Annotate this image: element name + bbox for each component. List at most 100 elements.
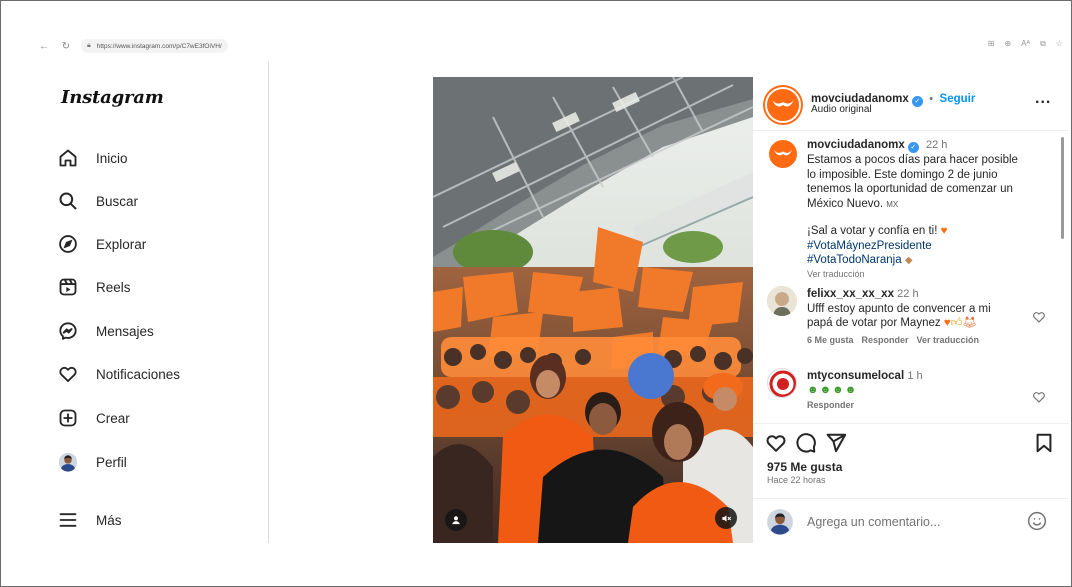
orange-heart-emoji-icon: ♥ [943,317,951,329]
instagram-logo[interactable]: Instagram [61,87,164,108]
refresh-icon[interactable]: ↻ [59,39,73,53]
caption-line: tenemos la oportunidad de comenzar un [807,183,1013,195]
sidebar-item-crear[interactable]: Crear [57,405,257,431]
add-comment-bar [753,498,1069,544]
address-bar[interactable]: 🔒︎ https://www.instagram.com/p/C7wE3fOiV… [81,39,228,53]
mute-icon[interactable] [715,507,737,529]
caption-line: lo imposible. Este domingo 2 de junio [807,168,998,181]
likes-count[interactable]: 975 Me gusta [767,460,842,474]
sidebar-item-inicio[interactable]: Inicio [57,145,257,171]
verified-badge-icon: ✓ [911,96,923,107]
hashtag-link[interactable]: #VotaMáynezPresidente [807,239,1057,254]
comments-scrollbar[interactable] [1059,135,1065,415]
compass-icon [57,233,79,255]
caption-username[interactable]: movciudadanomx [807,139,905,151]
fox-emoji-icon: 🦊︎ [962,317,978,329]
comment-username[interactable]: felixx_xx_xx_xx [807,288,894,300]
comment: felixx_xx_xx_xx 22 h Ufff estoy apunto d… [807,287,1037,345]
translate-link[interactable]: Ver traducción [807,269,1057,279]
sidebar-item-label: Notificaciones [96,366,181,382]
favorite-star-icon[interactable]: ☆ [1056,39,1063,49]
caption-line-5: ¡Sal a votar y confía en ti! ♥ [807,224,1057,239]
sidebar-item-label: Más [96,512,122,528]
caption-time: 22 h [925,139,948,151]
share-paper-plane-icon[interactable] [825,432,847,454]
comment-meta: 6 Me gusta Responder Ver traducción [807,335,1037,345]
sidebar-item-reels[interactable]: Reels [57,274,257,300]
comment: mtyconsumelocal 1 h ☻☻☻☻ Responder [807,369,1037,410]
caption-line-7: #VotaTodoNaranja ◆ [807,253,1057,269]
heart-icon [57,363,79,385]
movimiento-ciudadano-logo-icon [772,100,794,107]
caption-avatar[interactable] [767,138,799,170]
comment-username[interactable]: mtyconsumelocal [807,370,904,382]
box-emoji-icon: ◆ [904,255,913,266]
current-user-avatar-image [767,508,793,535]
post-header: movciudadanomx ✓ • Seguir Audio original … [753,77,1069,131]
follow-separator: • [929,93,934,105]
author-avatar[interactable] [765,87,801,123]
immersive-reader-icon[interactable]: ⧉ [1040,39,1046,49]
comment-header: mtyconsumelocal 1 h [807,369,1037,384]
reply-button[interactable]: Responder [807,400,1037,410]
sidebar-item-explorar[interactable]: Explorar [57,231,257,257]
hashtag-link[interactable]: #VotaTodoNaranja [807,254,905,266]
commenter-avatar-image [767,286,797,316]
comment-bubble-icon[interactable] [795,432,817,454]
audio-label[interactable]: Audio original [811,104,872,115]
caption-line: México Nuevo. [807,197,887,210]
search-icon [57,190,79,212]
reel-video[interactable] [433,77,753,543]
comments-section: movciudadanomx ✓ 22 h Estamos a pocos día… [753,132,1069,422]
more-options-icon[interactable]: ... [1035,90,1051,108]
tagged-user-icon[interactable] [445,509,467,531]
read-aloud-icon[interactable]: Aᴬ [1021,39,1030,49]
comment-header: felixx_xx_xx_xx 22 h [807,287,1037,302]
comment-input[interactable] [807,514,1007,529]
reply-button[interactable]: Responder [862,335,909,345]
reel-video-frame [433,77,753,543]
profile-avatar [57,451,79,473]
like-heart-icon[interactable] [765,432,787,454]
commenter-avatar[interactable] [767,368,797,398]
sidebar-item-notificaciones[interactable]: Notificaciones [57,361,257,387]
translate-link[interactable]: Ver traducción [917,335,980,345]
post-panel: movciudadanomx ✓ • Seguir Audio original … [753,77,1069,543]
sidebar-item-buscar[interactable]: Buscar [57,188,257,214]
commenter-avatar-image [769,370,796,397]
sidebar-nav: Instagram Inicio Buscar Explorar Reels M… [37,61,269,543]
comment-likes[interactable]: 6 Me gusta [807,335,854,345]
sidebar-item-label: Inicio [96,150,128,166]
post-actions: 975 Me gusta Hace 22 horas [753,423,1069,543]
orange-heart-emoji-icon: ♥ [940,225,948,237]
sidebar-item-perfil[interactable]: Perfil [57,449,257,475]
follow-button[interactable]: Seguir [940,93,976,105]
sidebar-item-label: Mensajes [96,323,154,339]
tabs-icon[interactable]: ⊞ [988,39,995,49]
post-timestamp: Hace 22 horas [767,475,826,485]
comment-time: 22 h [897,288,919,300]
save-bookmark-icon[interactable] [1033,432,1055,454]
back-icon[interactable]: ← [37,39,51,53]
home-icon [57,147,79,169]
commenter-avatar[interactable] [767,286,797,316]
emoji-picker-icon[interactable] [1027,511,1047,531]
sidebar-item-label: Crear [96,410,130,426]
comment-like-heart-icon[interactable] [1032,310,1046,324]
sidebar-item-label: Buscar [96,193,139,209]
address-url: https://www.instagram.com/p/C7wE3fOiVH/ [96,42,222,50]
lock-icon: 🔒︎ [87,42,91,49]
sidebar-item-mas[interactable]: Más [57,507,257,533]
comment-like-heart-icon[interactable] [1032,390,1046,404]
sidebar-item-mensajes[interactable]: Mensajes [57,318,257,344]
scrollbar-thumb[interactable] [1061,137,1064,239]
screenshot-frame: ← ↻ 🔒︎ https://www.instagram.com/p/C7wE3… [0,0,1072,587]
plus-square-icon [57,407,79,429]
zoom-icon[interactable]: ⊕ [1004,39,1011,49]
comment-time: 1 h [907,370,923,382]
caption-line: Estamos a pocos días para hacer posible [807,154,1018,166]
caption: movciudadanomx ✓ 22 h Estamos a pocos día… [807,138,1057,279]
messenger-icon [57,320,79,342]
caption-line: ¡Sal a votar y confía en ti! [807,225,941,237]
